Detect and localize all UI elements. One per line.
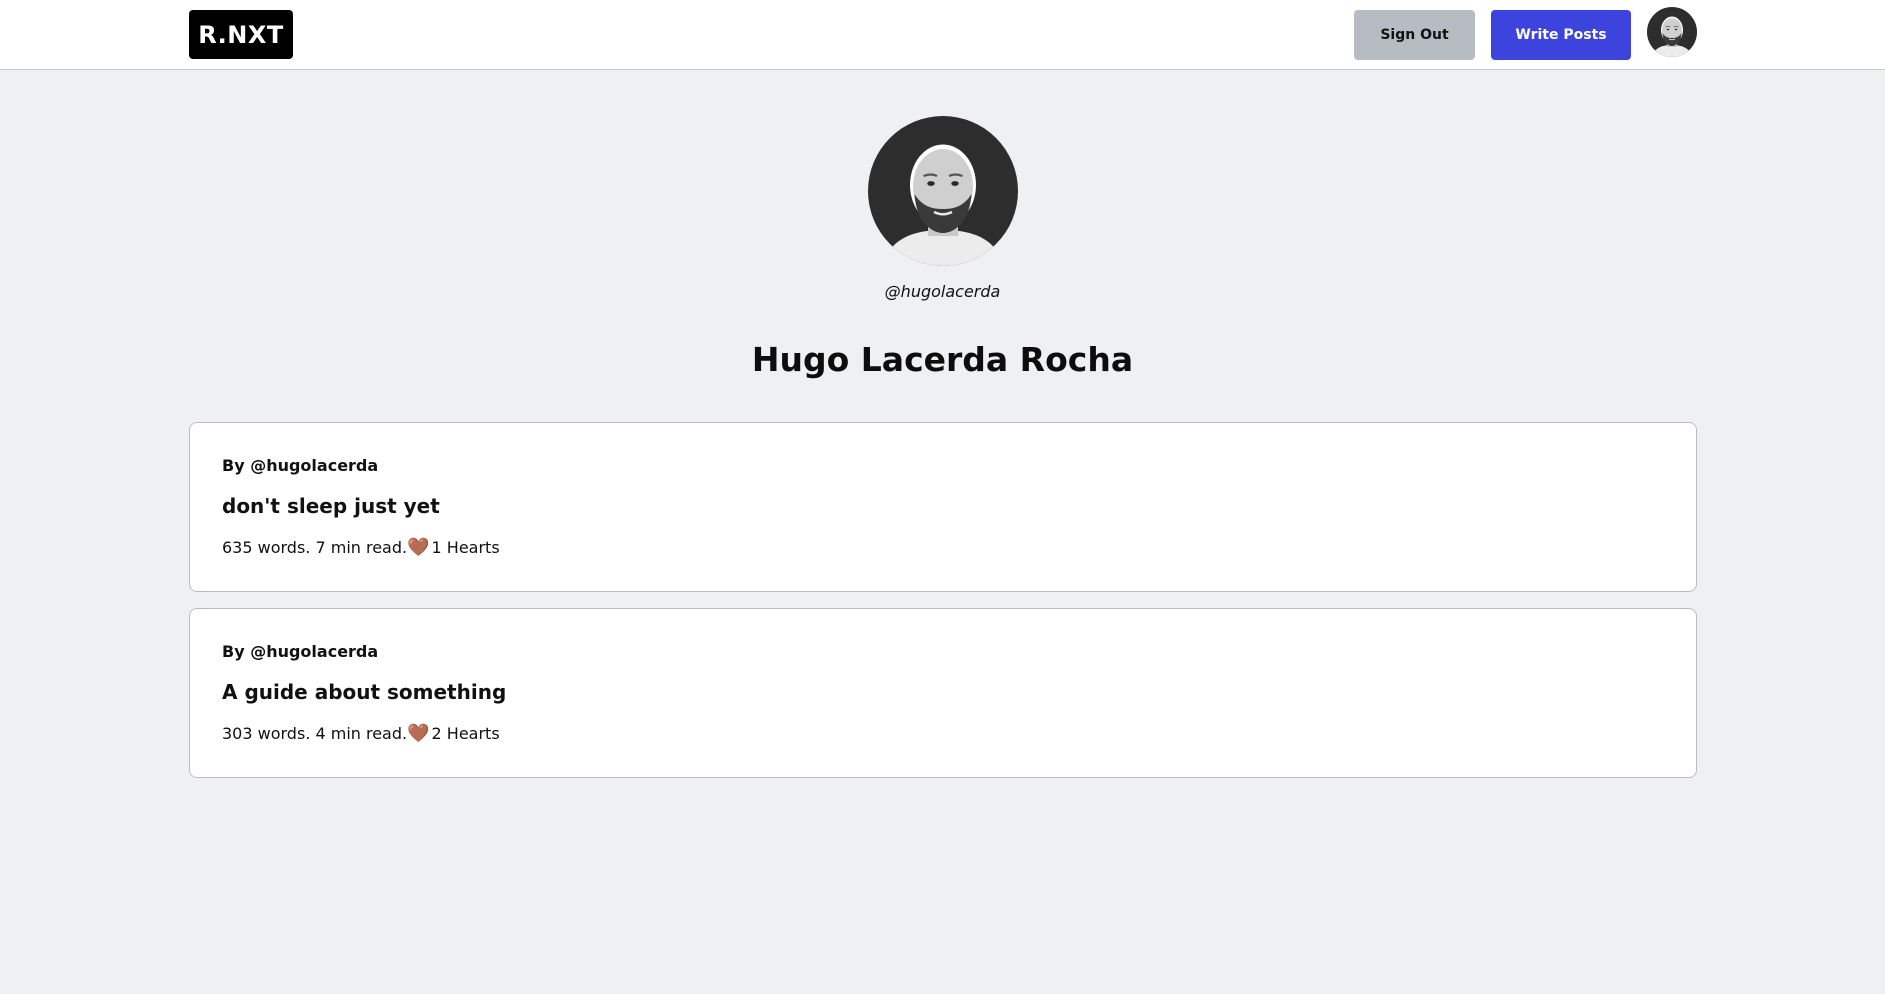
- post-hearts: 2 Hearts: [431, 724, 500, 743]
- site-logo[interactable]: R.NXT: [189, 10, 293, 59]
- post-author[interactable]: By @hugolacerda: [222, 642, 378, 661]
- post-stats: 635 words. 7 min read.: [222, 538, 408, 557]
- post-card[interactable]: By @hugolacerda A guide about something …: [189, 608, 1697, 778]
- user-avatar[interactable]: [1647, 7, 1697, 57]
- post-card[interactable]: By @hugolacerda don't sleep just yet 635…: [189, 422, 1697, 592]
- profile-username: @hugolacerda: [884, 282, 1001, 301]
- post-hearts: 1 Hearts: [431, 538, 500, 557]
- write-posts-button[interactable]: Write Posts: [1491, 10, 1631, 60]
- heart-icon: 🤎: [407, 536, 430, 558]
- avatar-image: [1647, 7, 1697, 57]
- heart-icon: 🤎: [407, 722, 430, 744]
- profile-avatar-image: [868, 116, 1018, 266]
- post-title[interactable]: A guide about something: [222, 680, 506, 704]
- profile-full-name: Hugo Lacerda Rocha: [751, 340, 1134, 379]
- top-navbar: R.NXT Sign Out Write Posts: [0, 0, 1885, 70]
- post-title[interactable]: don't sleep just yet: [222, 494, 440, 518]
- post-author[interactable]: By @hugolacerda: [222, 456, 378, 475]
- profile-avatar: [868, 116, 1018, 266]
- sign-out-button[interactable]: Sign Out: [1354, 10, 1475, 60]
- post-meta: 303 words. 4 min read. 🤎 2 Hearts: [222, 724, 500, 743]
- post-stats: 303 words. 4 min read.: [222, 724, 408, 743]
- post-meta: 635 words. 7 min read. 🤎 1 Hearts: [222, 538, 500, 557]
